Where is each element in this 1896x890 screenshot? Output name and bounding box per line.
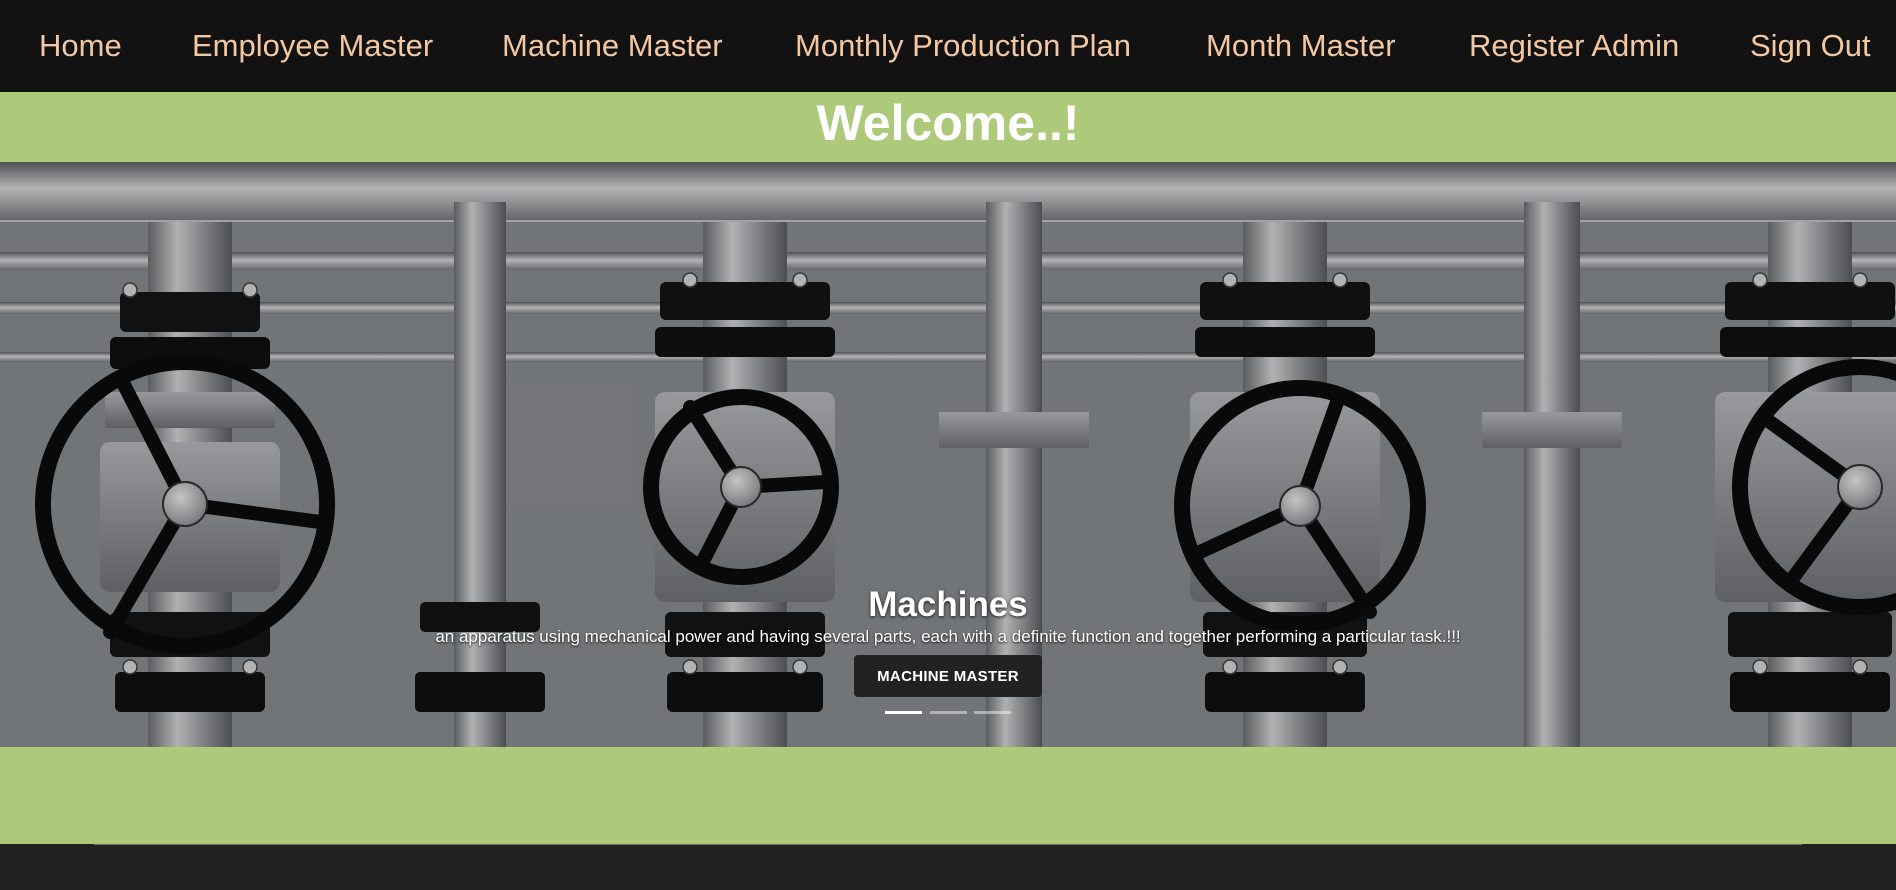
page-footer [0,844,1896,890]
nav-sign-out-link[interactable]: Sign Out [1750,0,1871,92]
nav-employee-master-link[interactable]: Employee Master [192,0,433,92]
nav-month-master-link[interactable]: Month Master [1206,0,1396,92]
carousel-caption-text: an apparatus using mechanical power and … [435,627,1461,646]
nav-home-link[interactable]: Home [39,0,122,92]
footer-divider [94,844,1802,845]
carousel-caption-title: Machines [868,585,1028,625]
nav-register-admin-link[interactable]: Register Admin [1469,0,1679,92]
welcome-heading: Welcome..! [816,95,1080,151]
nav-machine-master-link[interactable]: Machine Master [502,0,723,92]
top-navbar: Home Employee Master Machine Master Mont… [0,0,1896,92]
machine-carousel[interactable]: Machines an apparatus using mechanical p… [0,162,1896,747]
carousel-indicator-2[interactable] [930,711,967,714]
machine-master-button[interactable]: MACHINE MASTER [854,655,1042,697]
carousel-indicator-3[interactable] [974,711,1011,714]
content-band [0,747,1896,844]
nav-monthly-production-plan-link[interactable]: Monthly Production Plan [795,0,1131,92]
carousel-indicator-1[interactable] [885,711,922,714]
welcome-banner: Welcome..! [0,92,1896,162]
